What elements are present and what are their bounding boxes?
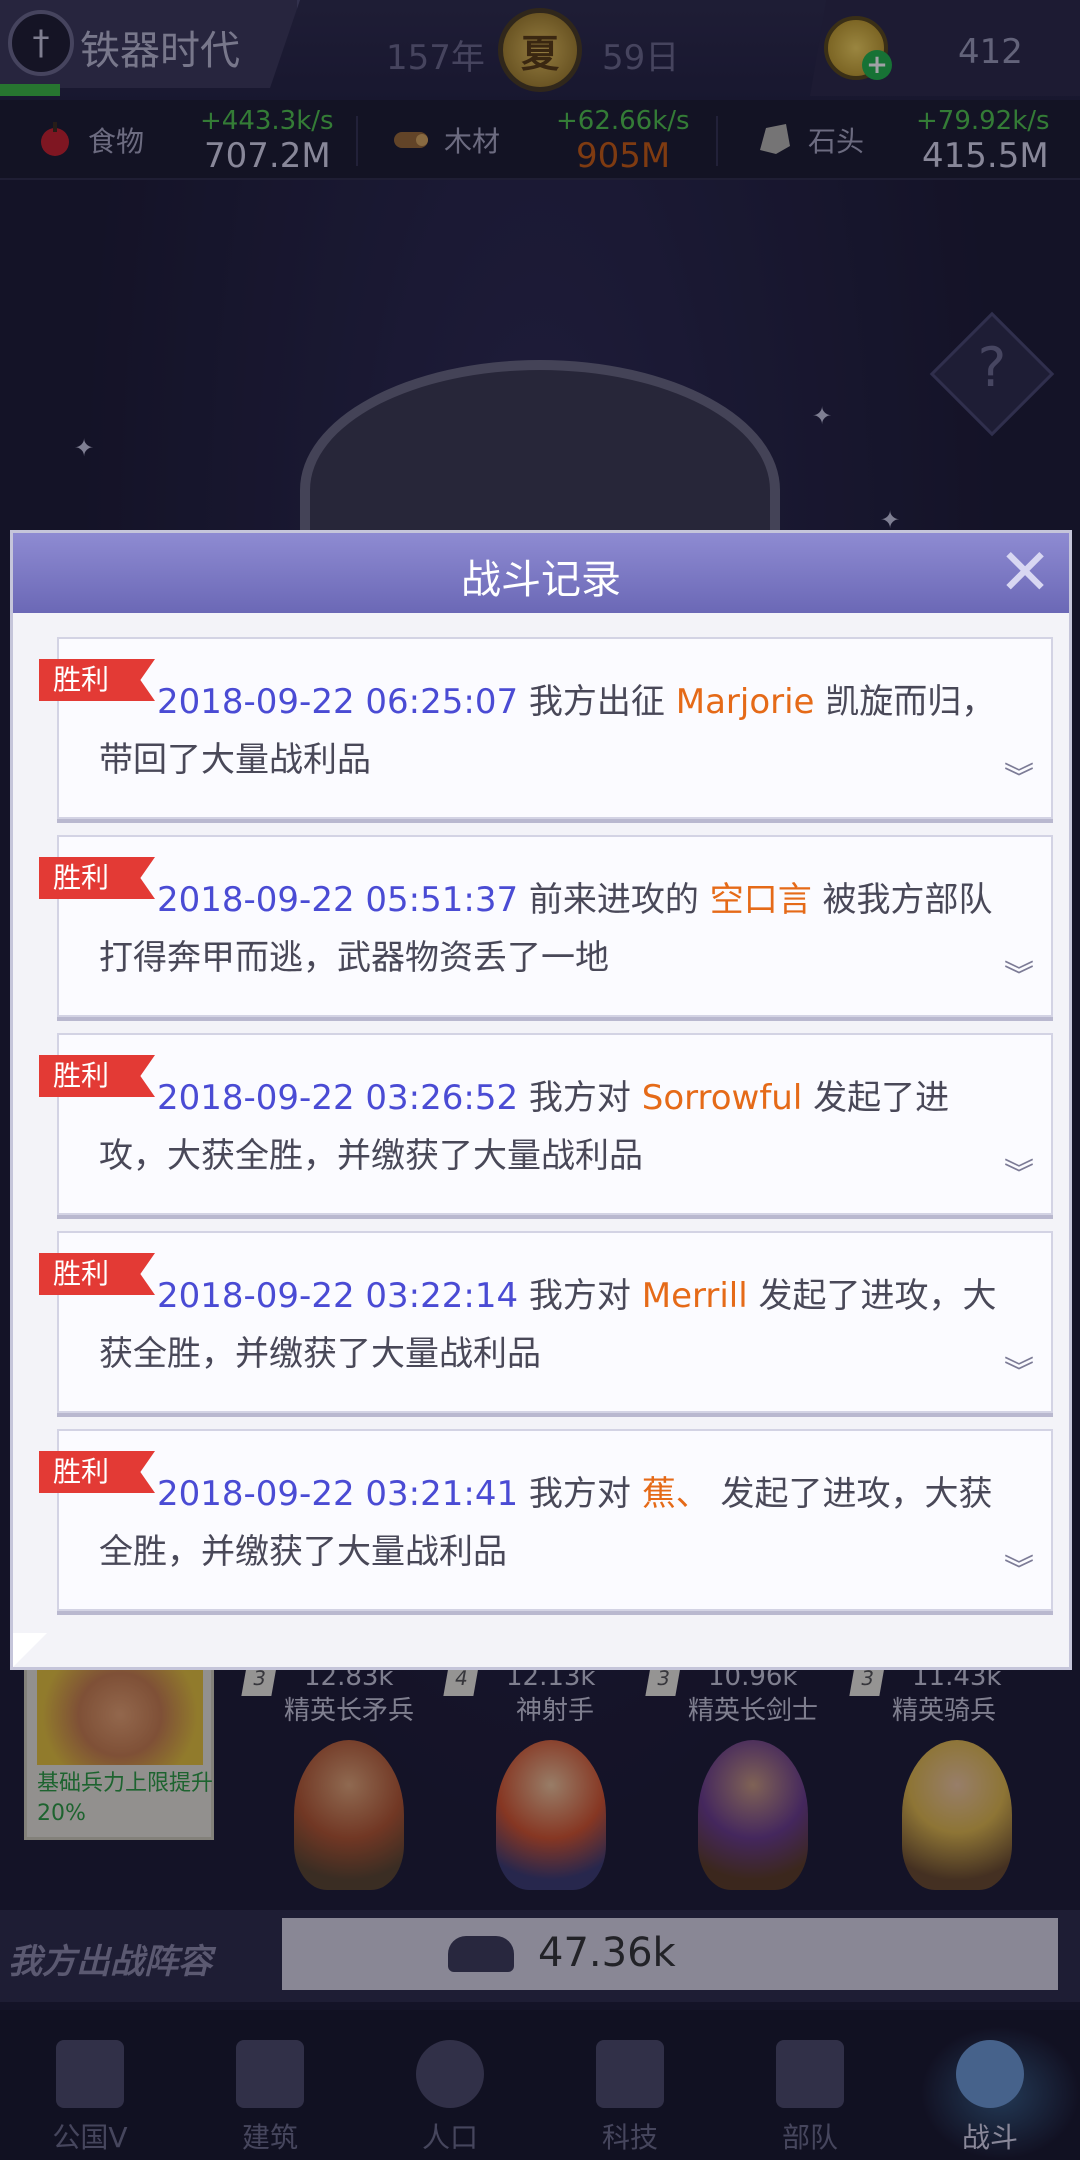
expand-icon[interactable]: ︾ <box>999 1556 1039 1601</box>
record-text: 2018-09-22 03:21:41 我方对 蕉、 发起了进攻，大获全胜，并缴… <box>99 1465 999 1581</box>
record-list[interactable]: 胜利 2018-09-22 06:25:07 我方出征 Marjorie 凯旋而… <box>39 637 1053 1637</box>
record-item[interactable]: 胜利 2018-09-22 05:51:37 前来进攻的 空口言 被我方部队打得… <box>39 835 1053 1017</box>
expand-icon[interactable]: ︾ <box>999 1358 1039 1403</box>
record-item[interactable]: 胜利 2018-09-22 03:21:41 我方对 蕉、 发起了进攻，大获全胜… <box>39 1429 1053 1611</box>
dialog-title: 战斗记录 <box>461 557 621 603</box>
dialog-corner-decoration <box>13 1633 47 1667</box>
record-text: 2018-09-22 05:51:37 前来进攻的 空口言 被我方部队打得奔甲而… <box>99 871 999 987</box>
record-prefix: 我方对 <box>528 1276 631 1316</box>
record-timestamp: 2018-09-22 05:51:37 <box>157 880 519 920</box>
record-prefix: 我方出征 <box>528 682 665 722</box>
record-timestamp: 2018-09-22 03:26:52 <box>157 1078 519 1118</box>
dialog-header: 战斗记录 ✕ <box>13 533 1069 613</box>
expand-icon[interactable]: ︾ <box>999 962 1039 1007</box>
record-item[interactable]: 胜利 2018-09-22 03:26:52 我方对 Sorrowful 发起了… <box>39 1033 1053 1215</box>
record-prefix: 我方对 <box>528 1078 631 1118</box>
record-timestamp: 2018-09-22 03:21:41 <box>157 1474 519 1514</box>
record-item[interactable]: 胜利 2018-09-22 06:25:07 我方出征 Marjorie 凯旋而… <box>39 637 1053 819</box>
record-opponent[interactable]: Sorrowful <box>642 1078 803 1118</box>
record-text: 2018-09-22 03:22:14 我方对 Merrill 发起了进攻，大获… <box>99 1267 999 1383</box>
battle-record-dialog: 战斗记录 ✕ 胜利 2018-09-22 06:25:07 我方出征 Marjo… <box>10 530 1072 1670</box>
record-opponent[interactable]: Marjorie <box>676 682 815 722</box>
record-prefix: 前来进攻的 <box>528 880 699 920</box>
record-opponent[interactable]: 空口言 <box>710 880 812 920</box>
record-text: 2018-09-22 03:26:52 我方对 Sorrowful 发起了进攻，… <box>99 1069 999 1185</box>
record-timestamp: 2018-09-22 03:22:14 <box>157 1276 519 1316</box>
record-opponent[interactable]: Merrill <box>642 1276 748 1316</box>
expand-icon[interactable]: ︾ <box>999 1160 1039 1205</box>
record-text: 2018-09-22 06:25:07 我方出征 Marjorie 凯旋而归，带… <box>99 673 999 789</box>
record-prefix: 我方对 <box>528 1474 631 1514</box>
expand-icon[interactable]: ︾ <box>999 764 1039 809</box>
record-timestamp: 2018-09-22 06:25:07 <box>157 682 519 722</box>
record-opponent[interactable]: 蕉、 <box>642 1474 710 1514</box>
record-item[interactable]: 胜利 2018-09-22 03:22:14 我方对 Merrill 发起了进攻… <box>39 1231 1053 1413</box>
close-button[interactable]: ✕ <box>993 541 1057 605</box>
